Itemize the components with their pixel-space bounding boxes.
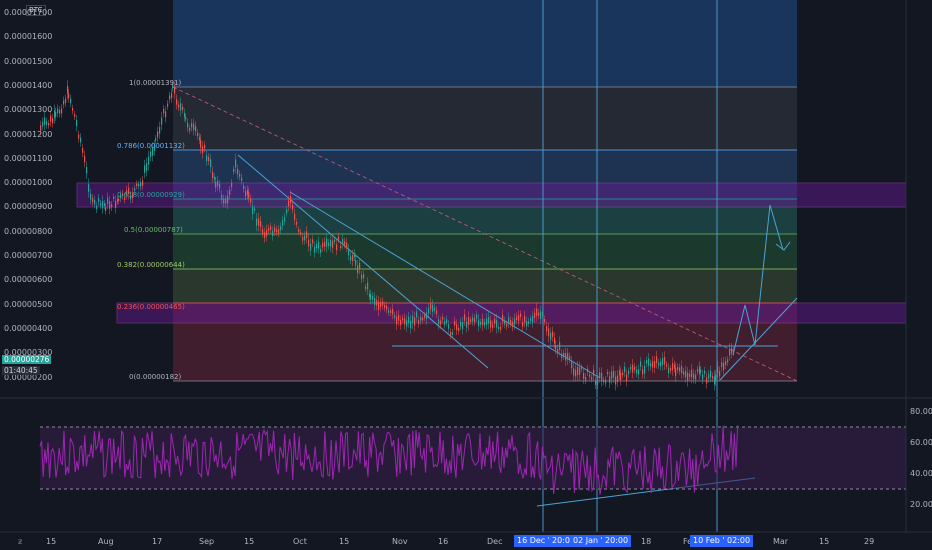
time-tag: 02:00 bbox=[724, 535, 754, 547]
time-axis-label: Dec bbox=[487, 537, 503, 546]
price-axis-label: 0.00001100 bbox=[4, 153, 53, 163]
price-axis-label: 0.00000500 bbox=[4, 299, 53, 309]
price-axis-label: 0.00001400 bbox=[4, 80, 53, 90]
time-axis-label: 15 bbox=[244, 537, 255, 546]
rsi-axis-40: 40.00 bbox=[910, 469, 932, 478]
time-axis-label: 29 bbox=[864, 537, 875, 546]
fib-label-1: 1(0.00001391) bbox=[129, 79, 182, 87]
time-axis-label: 16 bbox=[438, 537, 449, 546]
price-axis-label: 0.00000800 bbox=[4, 226, 53, 236]
time-axis-label: 18 bbox=[641, 537, 652, 546]
countdown-tag: 01:40:45 bbox=[2, 366, 40, 375]
price-axis-label: 0.00000700 bbox=[4, 251, 53, 260]
fib-label-0: 0(0.00000182) bbox=[129, 373, 182, 381]
time-axis-label: Aug bbox=[98, 537, 114, 546]
rsi-axis-20: 20.00 bbox=[910, 500, 932, 509]
price-axis-label: 0.00000600 bbox=[4, 275, 53, 285]
time-axis-label: 17 bbox=[152, 537, 163, 546]
time-tag: 20:00 bbox=[602, 535, 632, 547]
time-axis-label: 15 bbox=[819, 537, 830, 546]
time-axis-label: Nov bbox=[392, 537, 408, 546]
support-zone bbox=[116, 302, 907, 324]
price-axis-label: 0.00001700 bbox=[4, 8, 53, 17]
price-axis-label: 0.00001600 bbox=[4, 32, 53, 42]
time-axis-label: Sep bbox=[199, 537, 215, 546]
fib-label-5: 0.5(0.00000787) bbox=[124, 226, 183, 234]
fib-label-236: 0.236(0.00000465) bbox=[117, 303, 185, 311]
time-axis-label: Oct bbox=[293, 537, 307, 546]
current-price-tag: 0.00000276 bbox=[2, 355, 52, 364]
resistance-zone bbox=[76, 182, 907, 208]
time-axis-label: 15 bbox=[46, 537, 57, 546]
rsi-axis-60: 60.00 bbox=[910, 438, 932, 447]
fib-zone-5 bbox=[173, 269, 797, 303]
time-axis-label: 15 bbox=[339, 537, 350, 546]
fib-label-618: 0.618(0.00000929) bbox=[117, 191, 185, 199]
price-axis-label: 0.00001200 bbox=[4, 129, 53, 139]
fib-label-786: 0.786(0.00001132) bbox=[117, 142, 185, 150]
price-axis-label: 0.00001300 bbox=[4, 105, 53, 115]
price-axis-label: 0.00000400 bbox=[4, 323, 53, 333]
rsi-axis-80: 80.00 bbox=[910, 407, 932, 416]
price-axis-label: 0.00001000 bbox=[4, 178, 53, 188]
price-axis-label: 0.00000900 bbox=[4, 202, 53, 212]
fib-zone-1 bbox=[173, 87, 797, 150]
price-axis-label: 0.00001500 bbox=[4, 56, 53, 66]
zoom-icon[interactable]: ƶ bbox=[18, 537, 22, 546]
time-axis-label: Mar bbox=[773, 537, 789, 546]
fib-zone-top bbox=[173, 0, 797, 87]
fib-label-382: 0.382(0.00000644) bbox=[117, 261, 185, 269]
